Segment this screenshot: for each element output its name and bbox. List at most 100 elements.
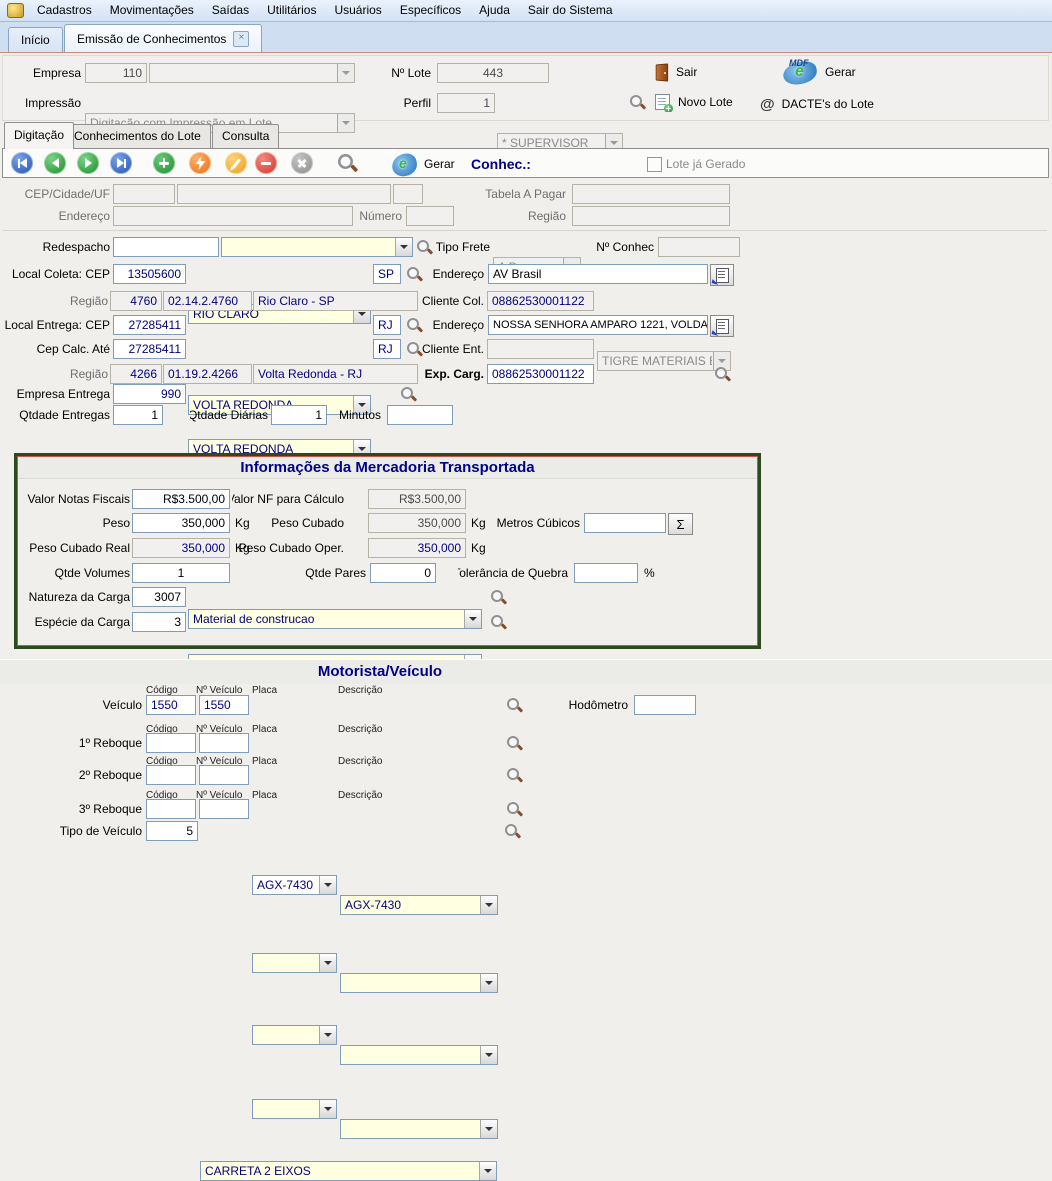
search-record-icon[interactable]	[337, 153, 358, 174]
reboque2-cod-input[interactable]	[146, 765, 196, 785]
gerar-mdfe-button[interactable]: MDFeGerar	[781, 59, 856, 85]
empresa-entrega-input[interactable]: 990	[113, 384, 186, 404]
reboque1-placa-combo[interactable]	[252, 953, 337, 973]
exp-carg-cnpj-input[interactable]: 08862530001122	[487, 364, 594, 384]
dropdown-button[interactable]	[480, 1046, 497, 1064]
qtde-volumes-label: Qtde Volumes	[26, 563, 130, 583]
close-tab-icon[interactable]: ×	[233, 31, 249, 47]
novo-lote-button[interactable]: Novo Lote	[655, 92, 733, 112]
search-reboque1-icon[interactable]	[506, 735, 523, 752]
tolerancia-input[interactable]	[574, 563, 638, 583]
entrega-endereco-copy-button[interactable]	[710, 315, 734, 337]
dropdown-button[interactable]	[480, 1120, 497, 1138]
dropdown-button[interactable]	[480, 896, 497, 914]
especie-cod-input[interactable]: 3	[132, 612, 186, 632]
dropdown-button[interactable]	[464, 610, 481, 628]
tipo-veiculo-combo[interactable]: CARRETA 2 EIXOS	[200, 1161, 497, 1181]
sum-button[interactable]: Σ	[668, 513, 693, 535]
veiculo-cod-input[interactable]: 1550	[146, 695, 196, 715]
coleta-endereco-copy-button[interactable]	[710, 264, 734, 286]
reboque3-desc-combo[interactable]	[340, 1119, 498, 1139]
dropdown-button[interactable]	[479, 1162, 496, 1180]
dropdown-button[interactable]	[319, 954, 336, 972]
menu-cadastros[interactable]: Cadastros	[28, 0, 101, 21]
execute-button[interactable]	[189, 152, 211, 174]
metros-cubicos-label: Metros Cúbicos	[488, 513, 580, 533]
search-reboque3-icon[interactable]	[506, 801, 523, 818]
natureza-combo[interactable]: Material de construcao	[188, 609, 482, 629]
veiculo-placa-combo[interactable]: AGX-7430	[252, 875, 337, 895]
coleta-endereco-input[interactable]: AV Brasil	[488, 264, 708, 284]
qtde-pares-input[interactable]: 0	[370, 563, 436, 583]
add-record-button[interactable]	[153, 152, 175, 174]
veiculo-num-input[interactable]: 1550	[199, 695, 249, 715]
reboque3-cod-input[interactable]	[146, 799, 196, 819]
dropdown-button[interactable]	[480, 974, 497, 992]
dropdown-button[interactable]	[319, 1100, 336, 1118]
search-coleta-icon[interactable]	[406, 266, 423, 283]
dropdown-button[interactable]	[319, 876, 336, 894]
reboque2-placa-combo[interactable]	[252, 1025, 337, 1045]
menu-saidas[interactable]: Saídas	[203, 0, 258, 21]
cancel-button[interactable]	[291, 152, 313, 174]
redespacho-cod-input[interactable]	[113, 237, 219, 257]
search-entrega-icon[interactable]	[406, 317, 423, 334]
menu-especificos[interactable]: Específicos	[391, 0, 470, 21]
tipo-veiculo-cod-input[interactable]: 5	[146, 821, 198, 841]
qtde-volumes-input[interactable]: 1	[132, 563, 230, 583]
reboque1-num-input[interactable]	[199, 733, 249, 753]
gerar-cte-button[interactable]: eGerar	[391, 151, 455, 177]
lote-gerado-checkbox[interactable]	[647, 157, 662, 172]
reboque3-placa-combo[interactable]	[252, 1099, 337, 1119]
reboque3-num-input[interactable]	[199, 799, 249, 819]
reboque1-cod-input[interactable]	[146, 733, 196, 753]
entrega-cep-input[interactable]: 27285411	[113, 315, 186, 335]
natureza-cod-input[interactable]: 3007	[132, 587, 186, 607]
qtdade-diarias-input[interactable]: 1	[271, 405, 327, 425]
sair-button[interactable]: Sair	[655, 62, 697, 82]
search-veiculo-icon[interactable]	[506, 697, 523, 714]
reboque2-desc-combo[interactable]	[340, 1045, 498, 1065]
next-record-button[interactable]	[77, 152, 99, 174]
dropdown-button[interactable]	[395, 238, 412, 256]
reboque2-num-input[interactable]	[199, 765, 249, 785]
search-perfil-icon[interactable]	[629, 94, 646, 111]
menu-sair-do-sistema[interactable]: Sair do Sistema	[519, 0, 622, 21]
minutos-input[interactable]	[387, 405, 453, 425]
search-redespacho-icon[interactable]	[416, 239, 433, 256]
last-record-button[interactable]	[110, 152, 132, 174]
menu-movimentacoes[interactable]: Movimentações	[101, 0, 203, 21]
search-especie-icon[interactable]	[490, 614, 507, 631]
dactes-button[interactable]: @DACTE's do Lote	[760, 94, 874, 114]
search-reboque2-icon[interactable]	[506, 767, 523, 784]
hodometro-input[interactable]	[634, 695, 696, 715]
search-tipo-veiculo-icon[interactable]	[504, 823, 521, 840]
delete-record-button[interactable]	[255, 152, 277, 174]
edit-record-button[interactable]	[225, 152, 247, 174]
tab-emissao-conhecimentos[interactable]: Emissão de Conhecimentos ×	[64, 24, 262, 52]
first-record-button[interactable]	[11, 152, 33, 174]
menu-utilitarios[interactable]: Utilitários	[258, 0, 325, 21]
tab-digitacao[interactable]: Digitação	[4, 122, 74, 149]
redespacho-combo[interactable]	[221, 237, 413, 257]
dropdown-button[interactable]	[319, 1026, 336, 1044]
menu-usuarios[interactable]: Usuários	[325, 0, 390, 21]
search-empresa-entrega-icon[interactable]	[400, 386, 417, 403]
coleta-cep-input[interactable]: 13505600	[113, 264, 186, 284]
gerar-mdfe-label: Gerar	[825, 65, 856, 79]
menu-ajuda[interactable]: Ajuda	[470, 0, 519, 21]
peso-input[interactable]: 350,000	[132, 513, 230, 533]
prev-record-button[interactable]	[44, 152, 66, 174]
search-exp-carg-icon[interactable]	[714, 366, 731, 383]
metros-cubicos-input[interactable]	[584, 513, 666, 533]
cep-calc-input[interactable]: 27285411	[113, 339, 186, 359]
valor-nf-input[interactable]: R$3.500,00	[132, 489, 230, 509]
qtdade-entregas-input[interactable]: 1	[113, 405, 163, 425]
reboque1-desc-combo[interactable]	[340, 973, 498, 993]
search-natureza-icon[interactable]	[490, 589, 507, 606]
tab-consulta[interactable]: Consulta	[212, 124, 279, 149]
tab-inicio[interactable]: Início	[8, 27, 63, 52]
entrega-endereco-input[interactable]: NOSSA SENHORA AMPARO 1221, VOLDAC	[488, 315, 708, 335]
veiculo-desc-combo[interactable]: AGX-7430	[340, 895, 498, 915]
tab-conhecimentos-do-lote[interactable]: Conhecimentos do Lote	[64, 124, 211, 149]
